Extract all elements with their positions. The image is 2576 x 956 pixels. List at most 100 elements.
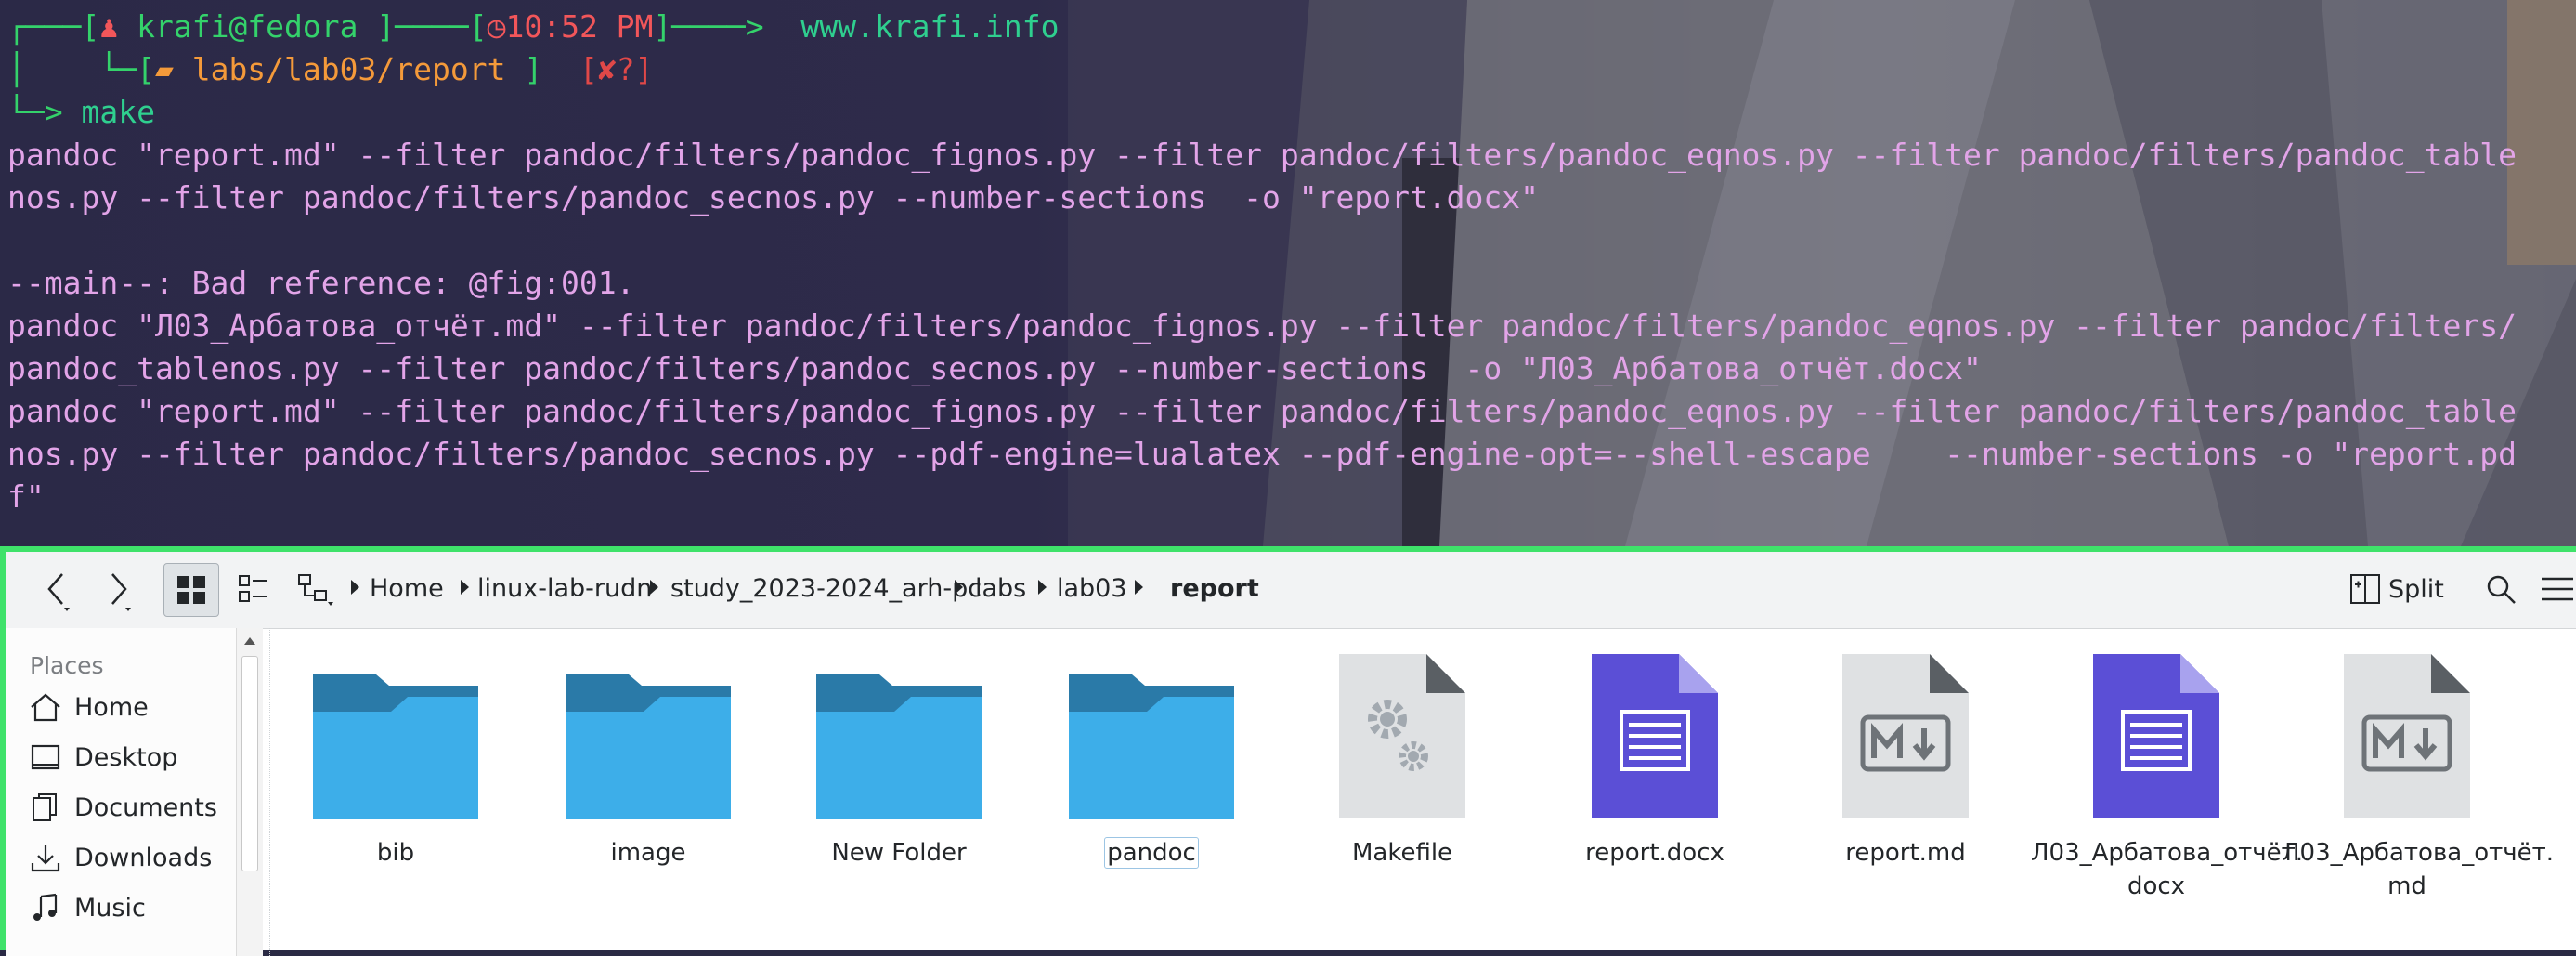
forward-icon <box>111 573 131 611</box>
file-name: report.md <box>1845 839 1966 867</box>
split-icon <box>2350 574 2380 604</box>
file-item-report-md[interactable]: report.md <box>1780 652 2031 870</box>
breadcrumb-separator-icon <box>461 580 469 595</box>
sidebar-item-label: Home <box>74 692 149 722</box>
folder-icon <box>816 674 982 819</box>
hamburger-menu-icon <box>2542 577 2573 601</box>
output-line: --main--: Bad reference: @fig:001. <box>7 265 635 301</box>
sidebar-item-desktop[interactable]: Desktop <box>30 736 177 779</box>
file-item-new-folder[interactable]: New Folder <box>774 652 1024 870</box>
prompt-time: 10:52 PM <box>505 8 654 45</box>
breadcrumb-labs[interactable]: labs <box>975 574 1026 603</box>
places-title: Places <box>30 652 104 679</box>
breadcrumb-separator-icon <box>650 580 658 595</box>
places-sidebar: Places Home Desktop Documents Downloads … <box>6 628 263 956</box>
file-name: New Folder <box>831 839 967 867</box>
file-name: pandoc <box>1104 837 1199 869</box>
output-line: pandoc_tablenos.py --filter pandoc/filte… <box>7 350 1982 386</box>
markdown-icon <box>1842 654 1969 818</box>
split-label: Split <box>2388 574 2444 604</box>
docx-icon <box>1592 654 1718 818</box>
makefile-icon <box>1339 654 1465 818</box>
file-item-image[interactable]: image <box>523 652 774 870</box>
icons-view-button[interactable] <box>163 563 219 617</box>
sidebar-item-home[interactable]: Home <box>30 686 149 728</box>
breadcrumb-lab03[interactable]: lab03 <box>1057 574 1127 603</box>
prompt-line-2: │ └─[▰ labs/lab03/report ] [✘?] <box>7 51 654 87</box>
terminal-window[interactable]: ┌───[♟ krafi@fedora ]────[◷10:52 PM]────… <box>0 0 2576 546</box>
prompt-line-1: ┌───[♟ krafi@fedora ]────[◷10:52 PM]────… <box>7 8 1060 45</box>
sidebar-item-label: Downloads <box>74 843 213 872</box>
user-icon: ♟ <box>99 8 137 45</box>
sidebar-item-label: Music <box>74 893 146 923</box>
compact-view-button[interactable] <box>228 563 279 615</box>
toolbar: Home linux-lab-rudn study_2023-2024_arh-… <box>6 552 2576 629</box>
file-name: Л03_Арбатова_отчёт. docx <box>2031 839 2304 900</box>
file-item-l03-md[interactable]: Л03_Арбатова_отчёт. md <box>2282 652 2555 903</box>
downloads-icon <box>31 845 60 872</box>
file-item-l03-docx[interactable]: Л03_Арбатова_отчёт. docx <box>2031 652 2304 903</box>
breadcrumb-separator-icon <box>1135 580 1143 595</box>
file-item-bib[interactable]: bib <box>270 652 521 870</box>
home-icon <box>31 693 60 722</box>
breadcrumb-separator-icon <box>351 580 359 595</box>
grid-view-icon <box>177 576 205 604</box>
breadcrumb-linux-lab-rudn[interactable]: linux-lab-rudn <box>477 574 652 603</box>
compact-view-icon <box>239 575 267 602</box>
sidebar-item-documents[interactable]: Documents <box>30 786 217 829</box>
sidebar-item-label: Documents <box>74 792 217 822</box>
output-line: pandoc "report.md" --filter pandoc/filte… <box>7 393 2517 429</box>
command-text: make <box>81 94 155 130</box>
breadcrumb-home[interactable]: Home <box>370 574 444 603</box>
search-button[interactable] <box>2479 563 2522 615</box>
folder-icon <box>566 674 731 819</box>
file-view[interactable]: bib image New Folder pandoc Makefile rep… <box>269 628 2576 956</box>
output-line: f" <box>7 478 45 515</box>
sidebar-item-music[interactable]: Music <box>30 886 146 929</box>
split-button[interactable]: Split <box>2349 569 2444 609</box>
output-line: nos.py --filter pandoc/filters/pandoc_se… <box>7 436 2517 472</box>
prompt-line-3: └─> make <box>7 94 155 130</box>
file-manager-window[interactable]: Home linux-lab-rudn study_2023-2024_arh-… <box>0 546 2576 956</box>
sidebar-item-label: Desktop <box>74 742 178 772</box>
file-name: Makefile <box>1351 839 1453 867</box>
prompt-path: labs/lab03/report <box>191 51 506 87</box>
sidebar-item-downloads[interactable]: Downloads <box>30 836 212 879</box>
prompt-user: krafi@fedora <box>137 8 358 45</box>
desktop-icon <box>31 744 60 770</box>
file-name: image <box>610 839 686 867</box>
output-line: nos.py --filter pandoc/filters/pandoc_se… <box>7 179 1540 216</box>
output-line: pandoc "report.md" --filter pandoc/filte… <box>7 137 2517 173</box>
folder-icon: ▰ <box>154 51 192 87</box>
breadcrumb-current[interactable]: report <box>1170 574 1259 603</box>
file-name: report.docx <box>1585 839 1724 867</box>
sidebar-scrollbar[interactable] <box>236 628 263 956</box>
documents-icon <box>33 793 57 821</box>
folder-icon <box>313 674 478 819</box>
forward-button[interactable] <box>95 563 141 615</box>
breadcrumb-separator-icon <box>955 580 963 595</box>
breadcrumb-separator-icon <box>1038 580 1047 595</box>
details-view-button[interactable] <box>290 563 340 615</box>
file-name: bib <box>376 839 415 867</box>
music-icon <box>33 893 58 921</box>
file-name: Л03_Арбатова_отчёт. md <box>2282 839 2555 900</box>
prompt-status: [✘?] <box>579 51 654 87</box>
scroll-up-arrow-icon[interactable] <box>244 637 255 645</box>
file-item-report-docx[interactable]: report.docx <box>1529 652 1780 870</box>
file-item-pandoc[interactable]: pandoc <box>1026 652 1277 870</box>
output-line: pandoc "Л03_Арбатова_отчёт.md" --filter … <box>7 308 2517 344</box>
folder-icon <box>1069 674 1234 819</box>
clock-icon: ◷ <box>487 8 506 45</box>
menu-button[interactable] <box>2537 563 2576 615</box>
breadcrumb-study[interactable]: study_2023-2024_arh-pc <box>670 574 982 603</box>
back-icon <box>47 573 70 611</box>
docx-icon <box>2093 654 2219 818</box>
markdown-icon <box>2344 654 2470 818</box>
tree-view-icon <box>298 574 333 606</box>
search-icon <box>2487 575 2516 604</box>
scrollbar-thumb[interactable] <box>241 656 258 871</box>
prompt-site: www.krafi.info <box>800 8 1060 45</box>
back-button[interactable] <box>33 563 80 615</box>
file-item-makefile[interactable]: Makefile <box>1277 652 1528 870</box>
